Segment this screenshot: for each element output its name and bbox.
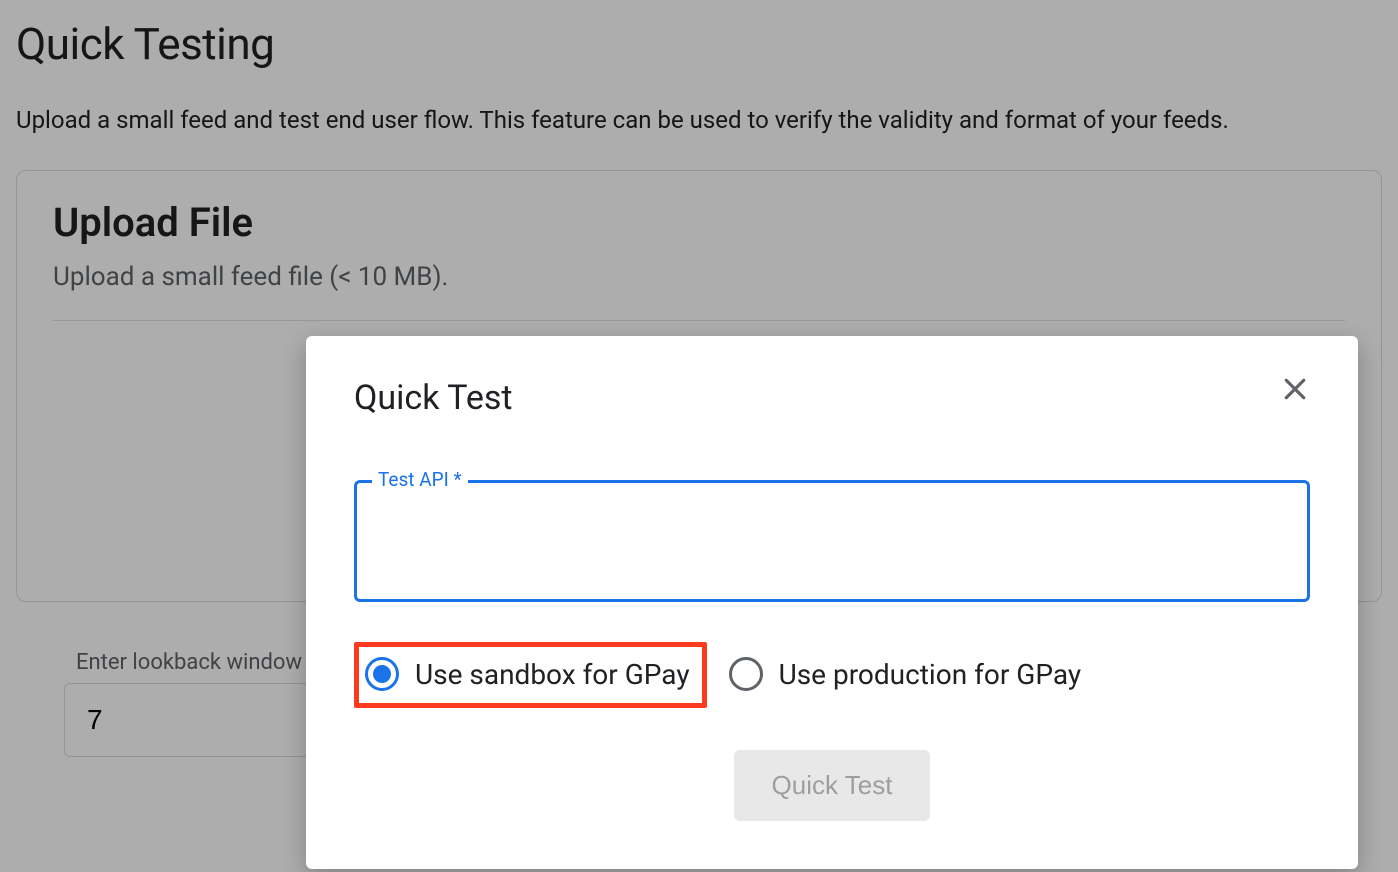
test-api-label: Test API * — [372, 468, 468, 491]
test-api-field-wrap: Test API * — [354, 480, 1310, 602]
radio-icon — [729, 657, 763, 691]
radio-production-label: Use production for GPay — [779, 658, 1082, 691]
modal-title: Quick Test — [354, 378, 513, 418]
radio-dot-icon — [373, 665, 391, 683]
close-icon — [1280, 374, 1310, 404]
close-button[interactable] — [1280, 374, 1310, 407]
modal-header: Quick Test — [354, 378, 1310, 418]
test-api-input[interactable] — [354, 480, 1310, 602]
radio-sandbox-gpay[interactable]: Use sandbox for GPay — [354, 642, 707, 708]
radio-icon — [365, 657, 399, 691]
modal-footer: Quick Test — [354, 750, 1310, 821]
quick-test-button[interactable]: Quick Test — [734, 750, 931, 821]
radio-production-gpay[interactable]: Use production for GPay — [723, 647, 1094, 703]
radio-sandbox-label: Use sandbox for GPay — [415, 658, 690, 691]
quick-test-modal: Quick Test Test API * Use sandbox for GP… — [306, 336, 1358, 869]
gpay-radio-group: Use sandbox for GPay Use production for … — [354, 642, 1310, 708]
